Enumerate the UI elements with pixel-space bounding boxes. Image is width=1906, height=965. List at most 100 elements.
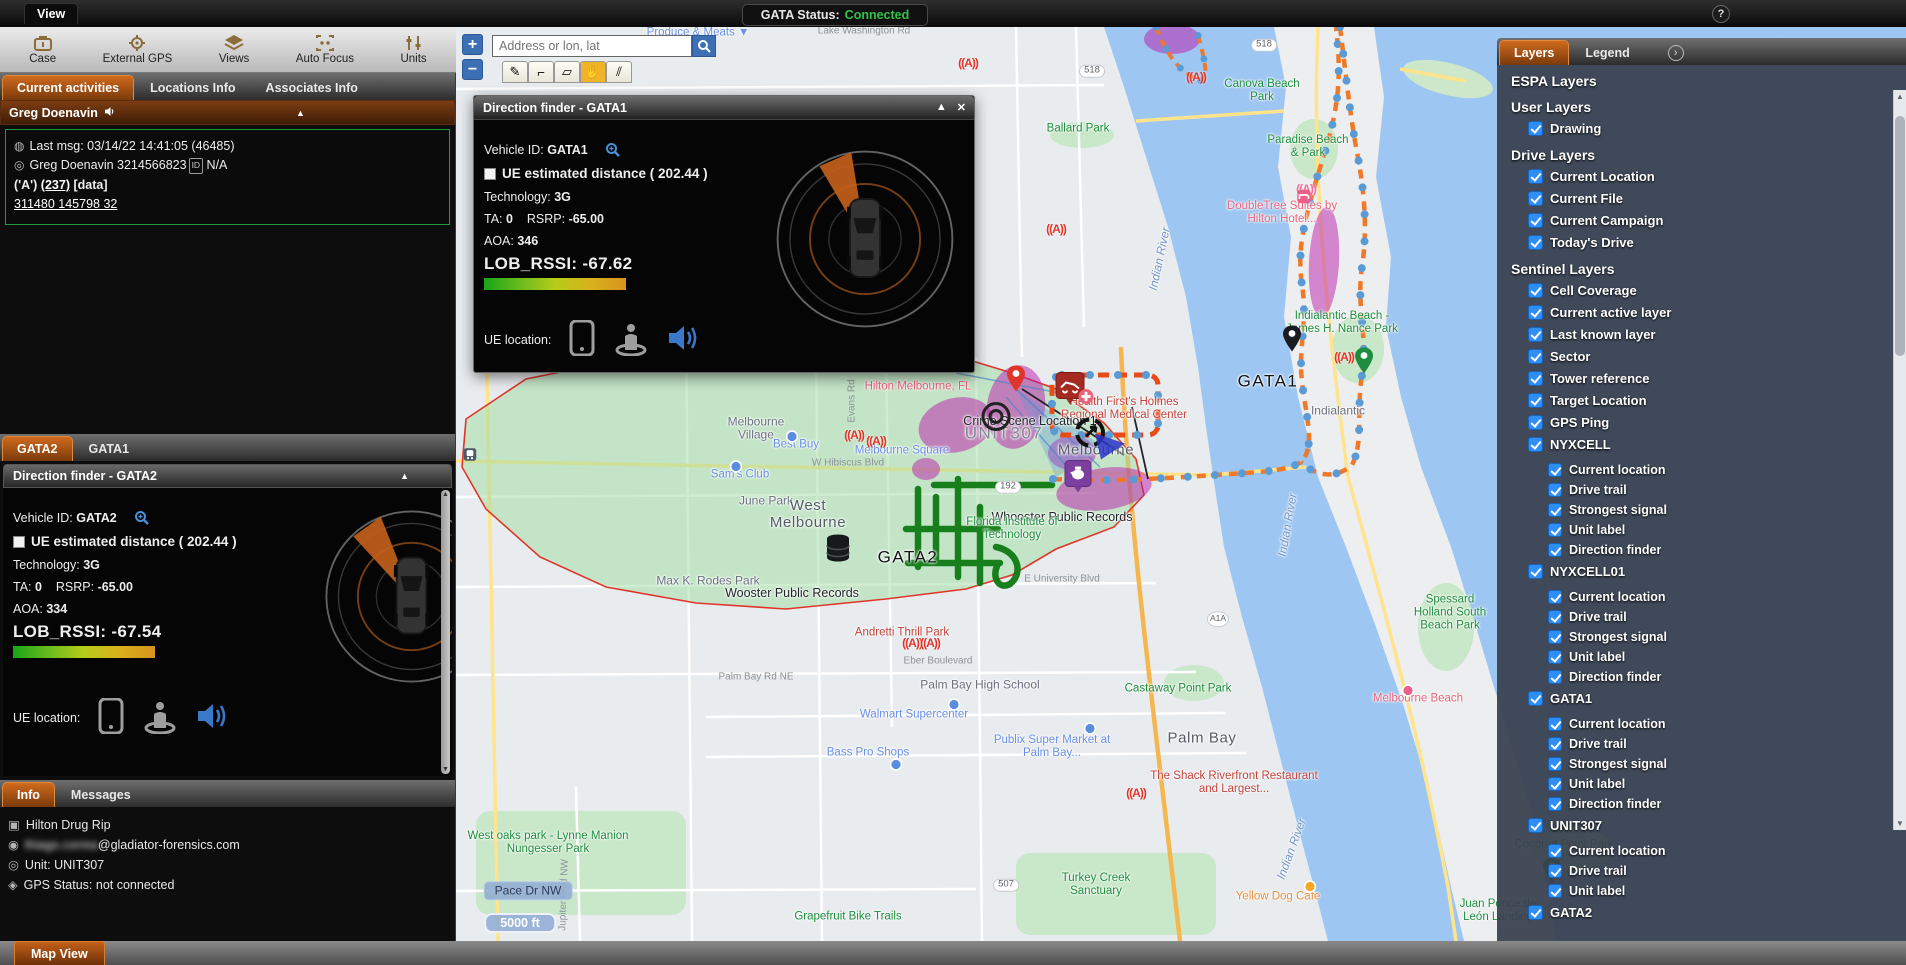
checked-checkbox-icon[interactable] bbox=[1549, 885, 1561, 897]
speaker-icon[interactable] bbox=[196, 701, 230, 734]
layer-checkbox-row[interactable]: Current active layer bbox=[1497, 301, 1906, 323]
target-header[interactable]: Greg Doenavin ▲ bbox=[0, 100, 455, 125]
layer-checkbox-row[interactable]: Target Location bbox=[1497, 389, 1906, 411]
layer-checkbox-row[interactable]: NYXCELL01 bbox=[1497, 560, 1906, 582]
map-view-button[interactable]: Map View bbox=[14, 941, 105, 965]
checked-checkbox-icon[interactable] bbox=[1549, 524, 1561, 536]
checked-checkbox-icon[interactable] bbox=[1529, 170, 1542, 183]
layer-checkbox-row[interactable]: Current Location bbox=[1497, 165, 1906, 187]
layer-checkbox-row[interactable]: Current location bbox=[1497, 460, 1906, 480]
checked-checkbox-icon[interactable] bbox=[1549, 738, 1561, 750]
tab-gata1[interactable]: GATA1 bbox=[75, 437, 144, 461]
checked-checkbox-icon[interactable] bbox=[1549, 758, 1561, 770]
checked-checkbox-icon[interactable] bbox=[1549, 631, 1561, 643]
map-search-input[interactable] bbox=[492, 35, 692, 57]
layer-checkbox-row[interactable]: GATA1 bbox=[1497, 687, 1906, 709]
auto-focus-button[interactable]: Auto Focus bbox=[296, 34, 354, 65]
checked-checkbox-icon[interactable] bbox=[1549, 504, 1561, 516]
checked-checkbox-icon[interactable] bbox=[1549, 865, 1561, 877]
close-icon[interactable]: ✕ bbox=[957, 101, 966, 114]
tab-info[interactable]: Info bbox=[2, 782, 55, 807]
tab-layers[interactable]: Layers bbox=[1499, 40, 1569, 65]
help-button[interactable]: ? bbox=[1712, 5, 1730, 23]
person-location-icon[interactable] bbox=[142, 698, 178, 737]
zoom-to-vehicle-icon[interactable] bbox=[605, 143, 620, 157]
speaker-icon[interactable] bbox=[667, 323, 701, 356]
collapse-icon[interactable]: ▲ bbox=[296, 108, 305, 118]
layer-checkbox-row[interactable]: NYXCELL bbox=[1497, 433, 1906, 455]
layer-checkbox-row[interactable]: Direction finder bbox=[1497, 540, 1906, 560]
layer-checkbox-row[interactable]: Today's Drive bbox=[1497, 231, 1906, 253]
checked-checkbox-icon[interactable] bbox=[1549, 544, 1561, 556]
collapse-icon[interactable]: ▲ bbox=[400, 471, 409, 481]
pan-hand-tool[interactable]: ✋ bbox=[580, 61, 606, 83]
tab-locations-info[interactable]: Locations Info bbox=[136, 76, 249, 100]
code-link[interactable]: 311480 145798 32 bbox=[14, 197, 117, 211]
checked-checkbox-icon[interactable] bbox=[1549, 611, 1561, 623]
layer-checkbox-row[interactable]: Sector bbox=[1497, 345, 1906, 367]
layer-checkbox-row[interactable]: Tower reference bbox=[1497, 367, 1906, 389]
direction-finder-gata2-header[interactable]: Direction finder - GATA2 ▲ bbox=[3, 464, 452, 488]
checked-checkbox-icon[interactable] bbox=[1529, 906, 1542, 919]
collapse-icon[interactable]: ▲ bbox=[936, 101, 947, 114]
checked-checkbox-icon[interactable] bbox=[1549, 718, 1561, 730]
checked-checkbox-icon[interactable] bbox=[1529, 416, 1542, 429]
zoom-to-vehicle-icon[interactable] bbox=[134, 511, 149, 525]
layer-checkbox-row[interactable]: Drive trail bbox=[1497, 861, 1906, 881]
layer-checkbox-row[interactable]: Strongest signal bbox=[1497, 754, 1906, 774]
ue-distance-checkbox[interactable] bbox=[484, 168, 496, 180]
checked-checkbox-icon[interactable] bbox=[1549, 671, 1561, 683]
checked-checkbox-icon[interactable] bbox=[1529, 306, 1542, 319]
layer-checkbox-row[interactable]: Drive trail bbox=[1497, 480, 1906, 500]
tab-legend[interactable]: Legend bbox=[1571, 41, 1643, 65]
layer-checkbox-row[interactable]: Unit label bbox=[1497, 520, 1906, 540]
expand-arrow-icon[interactable]: › bbox=[1668, 45, 1684, 61]
checked-checkbox-icon[interactable] bbox=[1549, 591, 1561, 603]
external-gps-button[interactable]: External GPS bbox=[103, 34, 173, 65]
checked-checkbox-icon[interactable] bbox=[1529, 350, 1542, 363]
layer-checkbox-row[interactable]: Cell Coverage bbox=[1497, 279, 1906, 301]
checked-checkbox-icon[interactable] bbox=[1529, 284, 1542, 297]
search-icon[interactable] bbox=[692, 35, 716, 57]
layer-checkbox-row[interactable]: Strongest signal bbox=[1497, 627, 1906, 647]
checked-checkbox-icon[interactable] bbox=[1529, 438, 1542, 451]
layer-checkbox-row[interactable]: Current location bbox=[1497, 587, 1906, 607]
tab-messages[interactable]: Messages bbox=[57, 783, 145, 807]
layer-checkbox-row[interactable]: Current Campaign bbox=[1497, 209, 1906, 231]
checked-checkbox-icon[interactable] bbox=[1529, 122, 1542, 135]
checked-checkbox-icon[interactable] bbox=[1529, 565, 1542, 578]
units-button[interactable]: Units bbox=[400, 34, 426, 65]
panel-scrollbar[interactable]: ▲▼ bbox=[441, 490, 450, 774]
checked-checkbox-icon[interactable] bbox=[1529, 236, 1542, 249]
checked-checkbox-icon[interactable] bbox=[1549, 651, 1561, 663]
layer-checkbox-row[interactable]: Unit label bbox=[1497, 881, 1906, 901]
phone-icon[interactable] bbox=[569, 320, 595, 359]
checked-checkbox-icon[interactable] bbox=[1529, 372, 1542, 385]
checked-checkbox-icon[interactable] bbox=[1529, 692, 1542, 705]
draw-pencil-tool[interactable]: ✎ bbox=[502, 61, 528, 83]
layer-checkbox-row[interactable]: Drive trail bbox=[1497, 607, 1906, 627]
draw-polyline-tool[interactable]: ⌐ bbox=[528, 61, 554, 83]
layer-checkbox-row[interactable]: Current File bbox=[1497, 187, 1906, 209]
layer-checkbox-row[interactable]: Current location bbox=[1497, 841, 1906, 861]
checked-checkbox-icon[interactable] bbox=[1529, 214, 1542, 227]
tab-current-activities[interactable]: Current activities bbox=[2, 75, 134, 100]
checked-checkbox-icon[interactable] bbox=[1529, 394, 1542, 407]
draw-polygon-tool[interactable]: ▱ bbox=[554, 61, 580, 83]
layer-checkbox-row[interactable]: Current location bbox=[1497, 714, 1906, 734]
layer-checkbox-row[interactable]: Unit label bbox=[1497, 774, 1906, 794]
speaker-icon[interactable] bbox=[104, 106, 117, 120]
views-button[interactable]: Views bbox=[219, 34, 249, 65]
direction-finder-gata1-popup[interactable]: Direction finder - GATA1 ▲ ✕ Vehicle ID:… bbox=[473, 95, 975, 373]
count-link[interactable]: (237) bbox=[41, 178, 70, 192]
person-location-icon[interactable] bbox=[613, 320, 649, 359]
layer-checkbox-row[interactable]: GPS Ping bbox=[1497, 411, 1906, 433]
layer-checkbox-row[interactable]: Last known layer bbox=[1497, 323, 1906, 345]
layer-checkbox-row[interactable]: UNIT307 bbox=[1497, 814, 1906, 836]
layer-checkbox-row[interactable]: Direction finder bbox=[1497, 667, 1906, 687]
map-zoom-out-button[interactable]: − bbox=[462, 59, 483, 80]
measure-ruler-tool[interactable]: ⫽ bbox=[606, 61, 632, 83]
checked-checkbox-icon[interactable] bbox=[1529, 192, 1542, 205]
layer-checkbox-row[interactable]: Unit label bbox=[1497, 647, 1906, 667]
checked-checkbox-icon[interactable] bbox=[1549, 778, 1561, 790]
